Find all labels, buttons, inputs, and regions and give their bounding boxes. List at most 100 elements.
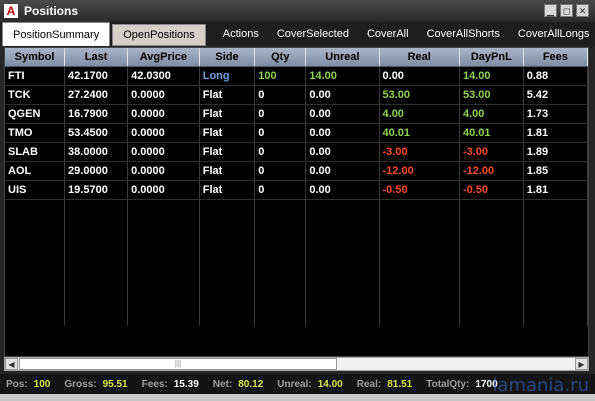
col-symbol[interactable]: Symbol — [5, 48, 66, 67]
col-avgprice[interactable]: AvgPrice — [127, 48, 200, 67]
table-row[interactable]: AOL 29.0000 0.0000 Flat 0 0.00 -12.00 -12.00 1.8… — [5, 161, 588, 181]
status-value: 81.51 — [387, 378, 413, 390]
empty-cell — [5, 218, 66, 236]
col-last[interactable]: Last — [64, 48, 129, 67]
cell-real: -12.00 — [379, 161, 460, 181]
empty-cell — [199, 236, 256, 254]
cell-fees: 1.81 — [523, 123, 588, 143]
empty-cell — [379, 272, 460, 290]
empty-cell — [127, 290, 200, 308]
empty-cell — [459, 308, 524, 326]
status-label: Pos: — [6, 378, 28, 390]
empty-cell — [254, 199, 307, 218]
scroll-right-icon[interactable]: ▶ — [575, 358, 588, 370]
cell-daypnl: -0.50 — [459, 180, 524, 200]
cell-real: 4.00 — [379, 104, 460, 124]
cell-fees: 1.73 — [523, 104, 588, 124]
status-label: Unreal: — [277, 378, 312, 390]
empty-cell — [64, 199, 129, 218]
empty-cell — [523, 272, 588, 290]
cell-symbol: FTI — [5, 66, 66, 86]
cell-fees: 1.85 — [523, 161, 588, 181]
empty-cell — [459, 254, 524, 272]
empty-cell — [5, 236, 66, 254]
cell-daypnl: 14.00 — [459, 66, 524, 86]
scroll-left-icon[interactable]: ◀ — [5, 358, 18, 370]
cell-qty: 0 — [254, 123, 307, 143]
window-controls: ▁ ◻ ✕ — [544, 4, 589, 17]
empty-cell — [305, 308, 380, 326]
cell-real: 40.01 — [379, 123, 460, 143]
cell-avg: 0.0000 — [127, 123, 200, 143]
empty-cell — [127, 272, 200, 290]
status-value: 95.51 — [102, 378, 128, 390]
empty-cell — [523, 218, 588, 236]
col-real[interactable]: Real — [379, 48, 460, 67]
empty-cell — [305, 236, 380, 254]
empty-cell — [523, 254, 588, 272]
tab-position-summary[interactable]: PositionSummary — [2, 22, 111, 46]
empty-cell — [127, 199, 200, 218]
empty-cell — [64, 290, 129, 308]
empty-cell — [5, 254, 66, 272]
cell-qty: 0 — [254, 161, 307, 181]
minimize-icon[interactable]: ▁ — [544, 4, 557, 17]
empty-cell — [127, 218, 200, 236]
table-row[interactable]: QGEN 16.7900 0.0000 Flat 0 0.00 4.00 4.00 1.73 — [5, 104, 588, 124]
table-row[interactable]: TMO 53.4500 0.0000 Flat 0 0.00 40.01 40.01 1.81 — [5, 123, 588, 143]
cell-last: 16.7900 — [64, 104, 129, 124]
empty-cell — [379, 236, 460, 254]
col-side[interactable]: Side — [199, 48, 256, 67]
col-qty[interactable]: Qty — [254, 48, 307, 67]
col-daypnl[interactable]: DayPnL — [459, 48, 524, 67]
tab-open-positions[interactable]: OpenPositions — [112, 24, 206, 46]
cell-daypnl: -12.00 — [459, 161, 524, 181]
empty-cell — [5, 308, 66, 326]
cell-symbol: QGEN — [5, 104, 66, 124]
empty-cell — [459, 290, 524, 308]
scroll-thumb[interactable]: ||| — [19, 358, 337, 370]
empty-cell — [523, 199, 588, 218]
cell-avg: 0.0000 — [127, 85, 200, 105]
table-row[interactable]: SLAB 38.0000 0.0000 Flat 0 0.00 -3.00 -3.00 1.89 — [5, 142, 588, 162]
cell-unreal: 0.00 — [305, 85, 380, 105]
cell-side: Long — [199, 66, 256, 86]
empty-cell — [379, 290, 460, 308]
cover-selected-button[interactable]: CoverSelected — [268, 28, 358, 40]
close-icon[interactable]: ✕ — [576, 4, 589, 17]
horizontal-scrollbar[interactable]: ◀ ||| ▶ — [4, 357, 589, 371]
cell-qty: 0 — [254, 142, 307, 162]
table-row[interactable]: FTI 42.1700 42.0300 Long 100 14.00 0.00 14.00 0.… — [5, 66, 588, 86]
empty-cell — [305, 272, 380, 290]
empty-cell — [199, 290, 256, 308]
table-row[interactable]: UIS 19.5700 0.0000 Flat 0 0.00 -0.50 -0.50 1.81 — [5, 180, 588, 200]
maximize-icon[interactable]: ◻ — [560, 4, 573, 17]
status-value: 14.00 — [317, 378, 343, 390]
empty-cell — [64, 308, 129, 326]
empty-cell — [459, 236, 524, 254]
cell-avg: 0.0000 — [127, 180, 200, 200]
cell-last: 27.2400 — [64, 85, 129, 105]
cell-symbol: TMO — [5, 123, 66, 143]
cell-daypnl: -3.00 — [459, 142, 524, 162]
empty-cell — [254, 218, 307, 236]
cell-side: Flat — [199, 161, 256, 181]
empty-cell — [199, 272, 256, 290]
empty-cell — [5, 199, 66, 218]
empty-row — [5, 308, 588, 326]
table-row[interactable]: TCK 27.2400 0.0000 Flat 0 0.00 53.00 53.00 5.42 — [5, 85, 588, 105]
col-unreal[interactable]: Unreal — [305, 48, 380, 67]
status-label: Real: — [356, 378, 382, 390]
app-logo-icon: A — [4, 4, 18, 18]
cell-symbol: UIS — [5, 180, 66, 200]
title-bar[interactable]: A Positions ▁ ◻ ✕ — [0, 0, 595, 22]
empty-cell — [127, 308, 200, 326]
col-fees[interactable]: Fees — [523, 48, 588, 67]
cover-all-shorts-button[interactable]: CoverAllShorts — [418, 28, 509, 40]
cover-all-button[interactable]: CoverAll — [358, 28, 418, 40]
cell-qty: 0 — [254, 104, 307, 124]
cover-all-longs-button[interactable]: CoverAllLongs — [509, 28, 595, 40]
actions-menu[interactable]: Actions — [214, 28, 268, 40]
status-value: 80.12 — [238, 378, 264, 390]
cell-last: 53.4500 — [64, 123, 129, 143]
